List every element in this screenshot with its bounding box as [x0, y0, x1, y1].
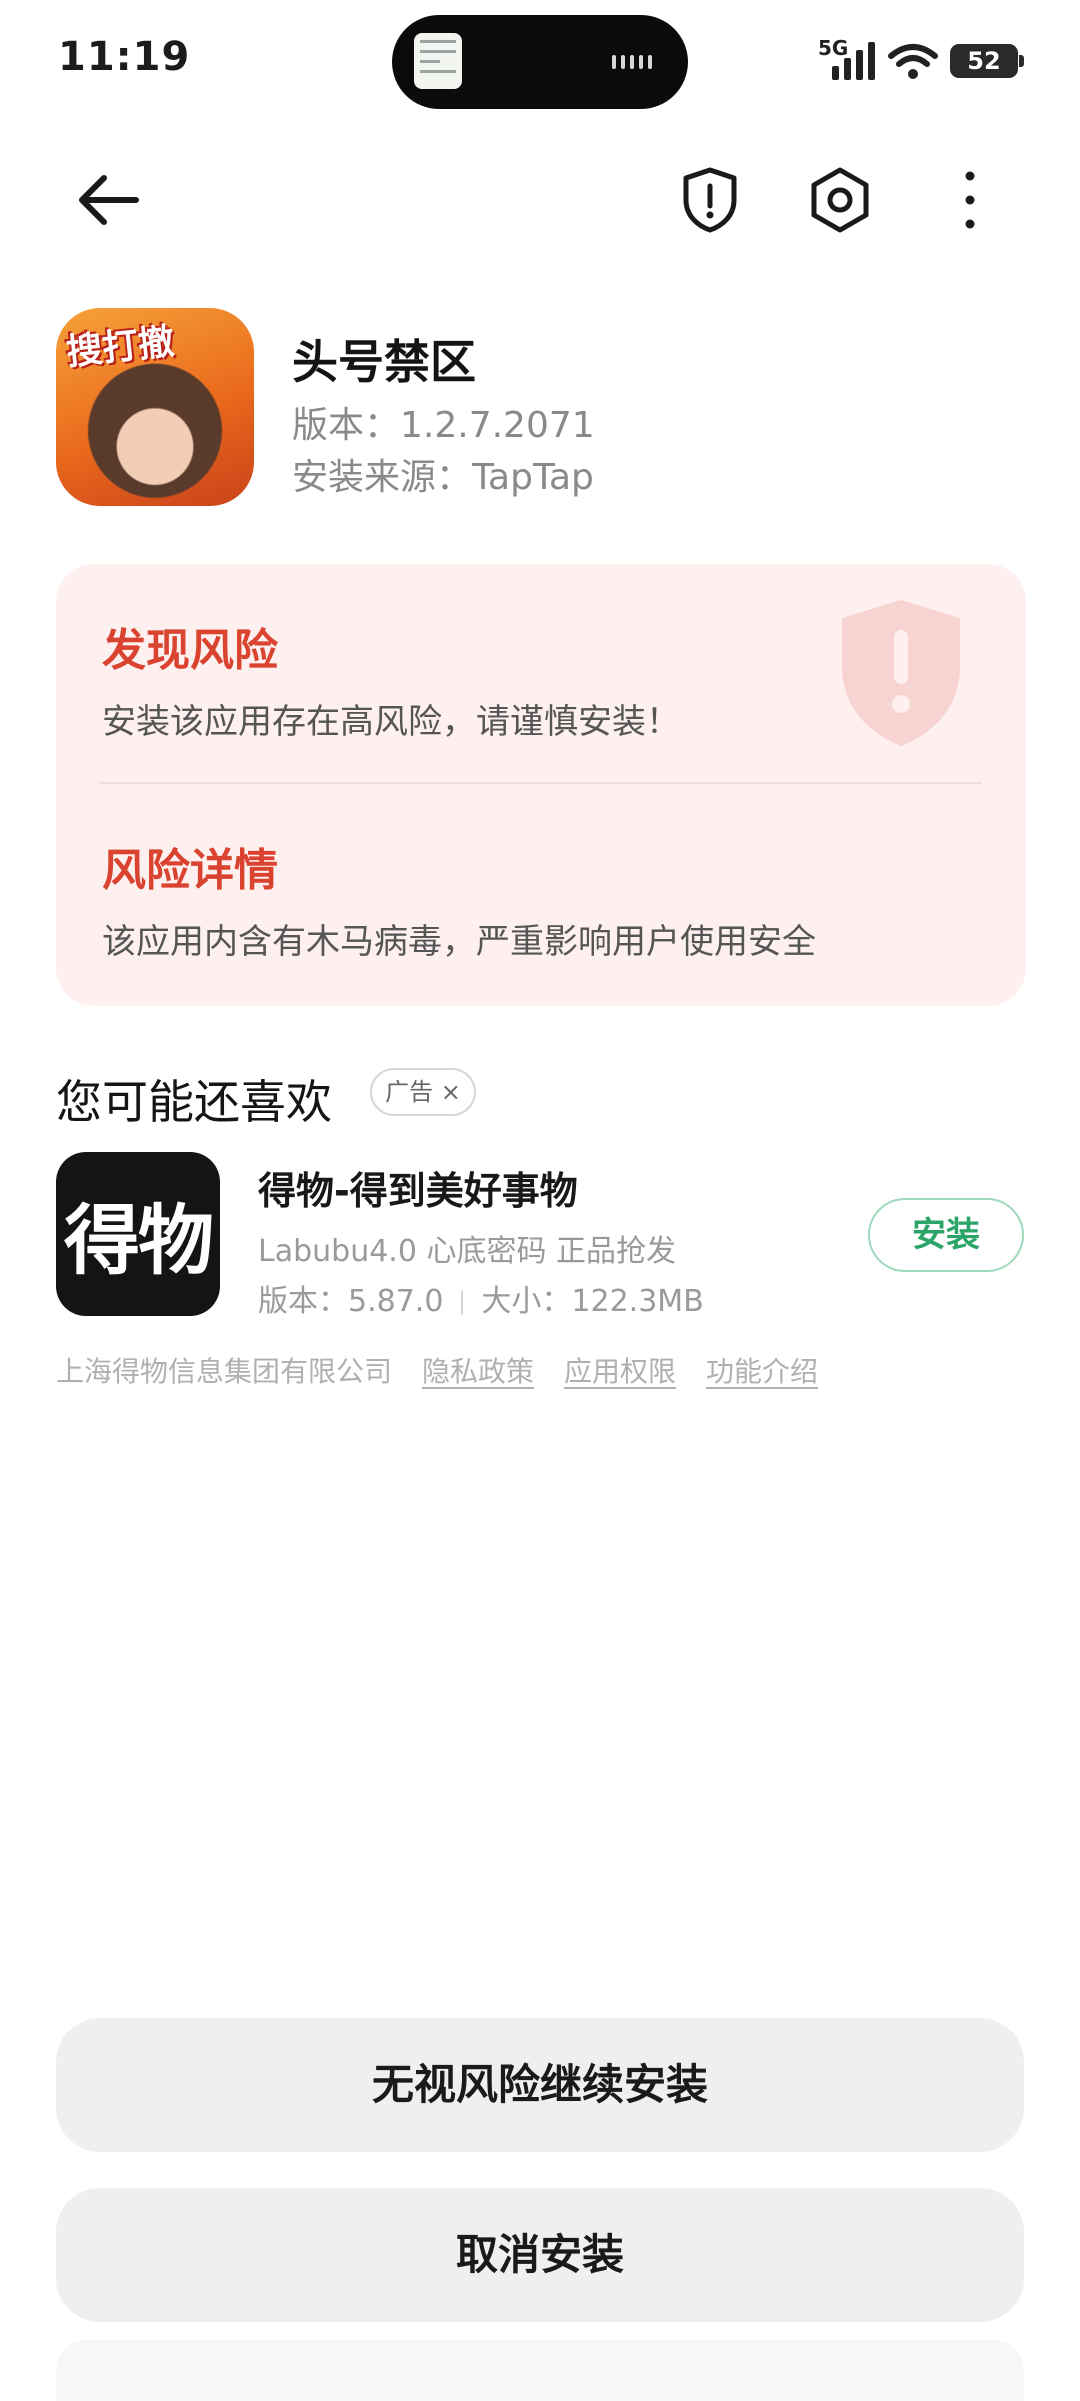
dynamic-island[interactable]: [392, 15, 688, 109]
continue-install-button[interactable]: 无视风险继续安装: [56, 2018, 1024, 2152]
security-shield-icon[interactable]: [670, 160, 750, 240]
install-recommended-button[interactable]: 安装: [868, 1198, 1024, 1272]
app-name: 头号禁区: [292, 335, 476, 389]
recommended-app-footer: 上海得物信息集团有限公司 隐私政策 应用权限 功能介绍: [56, 1350, 818, 1390]
recommended-app-icon[interactable]: 得物: [56, 1152, 220, 1316]
settings-icon[interactable]: [800, 160, 880, 240]
ad-badge[interactable]: 广告 ×: [370, 1068, 476, 1116]
more-options-icon[interactable]: [930, 160, 1010, 240]
risk-detail-title: 风险详情: [102, 845, 278, 896]
app-icon-label: 搜打撤: [64, 321, 177, 374]
app-permissions-link[interactable]: 应用权限: [564, 1350, 676, 1390]
signal-icon: [832, 40, 880, 80]
risk-detail-description: 该应用内含有木马病毒，严重影响用户使用安全: [102, 922, 816, 962]
recommended-app-meta: 版本：5.87.0 大小：122.3MB: [258, 1276, 704, 1320]
ad-close-icon[interactable]: ×: [441, 1078, 461, 1106]
bottom-sheet-edge: [56, 2340, 1024, 2401]
app-version: 版本：1.2.7.2071: [292, 405, 595, 446]
app-icon: 搜打撤: [56, 308, 254, 506]
risk-description: 安装该应用存在高风险，请谨慎安装！: [102, 702, 680, 742]
recommended-app-name[interactable]: 得物-得到美好事物: [258, 1160, 578, 1215]
features-link[interactable]: 功能介绍: [706, 1350, 818, 1390]
back-arrow-icon[interactable]: [70, 160, 150, 240]
wifi-icon: [888, 44, 938, 79]
ad-label: 广告: [385, 1078, 434, 1106]
island-thumbnail: [414, 33, 462, 89]
warning-shield-icon: [842, 600, 960, 746]
battery-indicator: 52: [950, 44, 1024, 78]
install-source: 安装来源：TapTap: [292, 457, 594, 498]
developer-name: 上海得物信息集团有限公司: [56, 1355, 393, 1388]
risk-divider: [100, 782, 982, 784]
status-time: 11:19: [58, 34, 191, 80]
risk-title: 发现风险: [102, 625, 278, 676]
recommendation-title: 您可能还喜欢: [56, 1075, 332, 1129]
cancel-install-button[interactable]: 取消安装: [56, 2188, 1024, 2322]
meta-separator: [461, 1290, 464, 1315]
recommended-app-tagline: Labubu4.0 心底密码 正品抢发: [258, 1234, 676, 1269]
island-activity-indicator: [612, 55, 660, 69]
recommended-app-size: 大小：122.3MB: [481, 1284, 704, 1319]
recommended-app-version: 版本：5.87.0: [258, 1284, 444, 1319]
privacy-policy-link[interactable]: 隐私政策: [422, 1350, 534, 1390]
